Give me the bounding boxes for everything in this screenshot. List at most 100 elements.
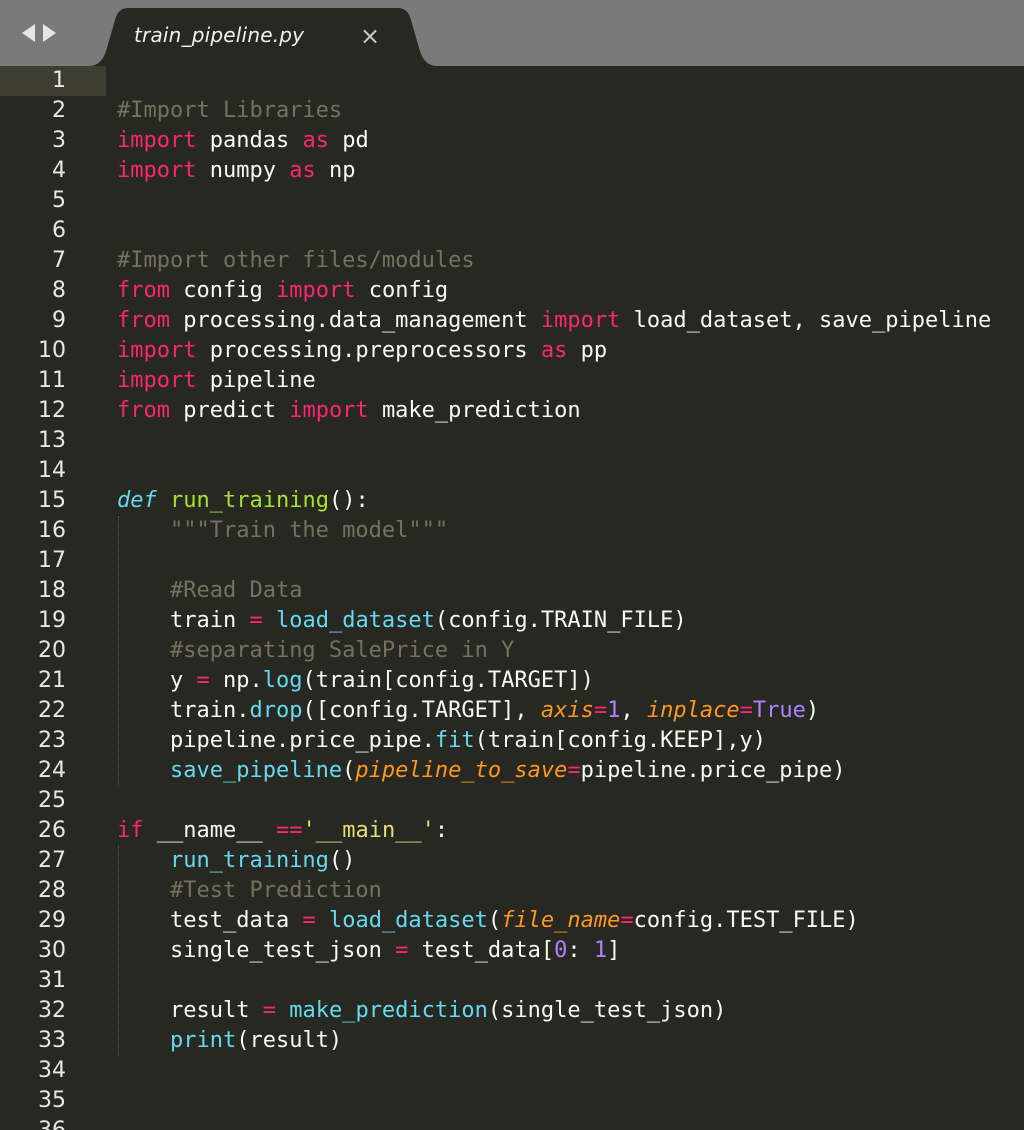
code-token: ==: [276, 818, 303, 843]
chevron-left-icon[interactable]: [22, 24, 35, 42]
code-token: (: [488, 908, 501, 933]
code-token: =: [395, 938, 408, 963]
code-token: from: [117, 278, 170, 303]
code-token: 1: [594, 938, 607, 963]
code-line: [117, 546, 991, 576]
code-line: [117, 456, 991, 486]
code-token: #Read Data: [170, 578, 302, 603]
code-token: as: [289, 158, 316, 183]
code-line: [117, 186, 991, 216]
code-token: =: [302, 908, 315, 933]
line-number: 24: [0, 756, 66, 786]
code-token: print: [170, 1028, 236, 1053]
code-token: :: [567, 938, 580, 963]
tab-navigation: [22, 20, 56, 46]
code-token: import: [117, 158, 196, 183]
line-number: 15: [0, 486, 66, 516]
code-token: processing.preprocessors: [210, 338, 528, 363]
code-token: (: [342, 758, 355, 783]
close-icon[interactable]: ×: [358, 21, 382, 51]
code-line: [117, 1116, 991, 1130]
code-token: as: [541, 338, 568, 363]
code-token: single_test_json: [170, 938, 382, 963]
code-token: import: [541, 308, 620, 333]
line-number: 27: [0, 846, 66, 876]
code-token: load_dataset: [329, 908, 488, 933]
code-token: #separating SalePrice in Y: [170, 638, 514, 663]
code-token: ():: [329, 488, 369, 513]
code-token: import: [276, 278, 355, 303]
code-token: drop: [249, 698, 302, 723]
code-line: if __name__ =='__main__':: [117, 816, 991, 846]
code-token: import: [117, 338, 196, 363]
code-token: ): [806, 698, 819, 723]
code-token: train.: [170, 698, 249, 723]
code-line: [117, 1056, 991, 1086]
code-token: test_data[: [422, 938, 554, 963]
line-number: 36: [0, 1116, 66, 1130]
line-number: 1: [0, 66, 66, 96]
code-line: """Train the model""": [117, 516, 991, 546]
code-token: np.: [223, 668, 263, 693]
code-line: run_training(): [117, 846, 991, 876]
line-number: 13: [0, 426, 66, 456]
code-line: y = np.log(train[config.TARGET]): [117, 666, 991, 696]
code-token: make_prediction: [289, 998, 488, 1023]
code-line: #Read Data: [117, 576, 991, 606]
line-number: 25: [0, 786, 66, 816]
code-token: config: [369, 278, 448, 303]
code-token: save_pipeline: [170, 758, 342, 783]
code-line: #Import Libraries: [117, 96, 991, 126]
code-line: [117, 426, 991, 456]
code-token: y: [170, 668, 183, 693]
code-line: #separating SalePrice in Y: [117, 636, 991, 666]
code-token: axis: [541, 698, 594, 723]
code-line: print(result): [117, 1026, 991, 1056]
code-token: inplace: [647, 698, 740, 723]
line-number: 11: [0, 366, 66, 396]
code-token: 0: [554, 938, 567, 963]
code-token: processing.data_management: [183, 308, 527, 333]
line-number: 20: [0, 636, 66, 666]
code-token: #Import other files/modules: [117, 248, 475, 273]
code-token: (config.TRAIN_FILE): [435, 608, 687, 633]
line-number: 10: [0, 336, 66, 366]
code-token: pp: [581, 338, 608, 363]
code-token: train: [170, 608, 236, 633]
code-token: (train[config.KEEP],y): [475, 728, 766, 753]
code-token: def: [117, 488, 157, 513]
code-line: import pandas as pd: [117, 126, 991, 156]
line-number: 17: [0, 546, 66, 576]
code-token: config: [183, 278, 262, 303]
code-token: ]: [607, 938, 620, 963]
tab-train-pipeline[interactable]: train_pipeline.py ×: [88, 8, 438, 66]
code-token: =: [594, 698, 607, 723]
code-token: fit: [435, 728, 475, 753]
code-token: 1: [607, 698, 620, 723]
line-number: 33: [0, 1026, 66, 1056]
code-line: from config import config: [117, 276, 991, 306]
code-token: predict: [183, 398, 276, 423]
code-token: config.TEST_FILE): [634, 908, 859, 933]
code-line: [117, 966, 991, 996]
code-token: test_data: [170, 908, 289, 933]
code-token: =: [196, 668, 209, 693]
line-number: 31: [0, 966, 66, 996]
line-number: 19: [0, 606, 66, 636]
line-number: 29: [0, 906, 66, 936]
line-number-gutter: 1234567891011121314151617181920212223242…: [0, 66, 66, 1130]
code-token: =: [567, 758, 580, 783]
chevron-right-icon[interactable]: [43, 24, 56, 42]
code-area[interactable]: #Import Librariesimport pandas as pdimpo…: [117, 66, 991, 1130]
tab-title: train_pipeline.py: [134, 23, 304, 47]
code-token: """Train the model""": [170, 518, 448, 543]
line-number: 34: [0, 1056, 66, 1086]
code-line: [117, 786, 991, 816]
code-line: #Test Prediction: [117, 876, 991, 906]
line-number: 8: [0, 276, 66, 306]
code-editor[interactable]: 1234567891011121314151617181920212223242…: [0, 66, 1024, 1130]
line-number: 12: [0, 396, 66, 426]
code-line: import numpy as np: [117, 156, 991, 186]
code-token: pipeline_to_save: [355, 758, 567, 783]
code-line: [117, 1086, 991, 1116]
